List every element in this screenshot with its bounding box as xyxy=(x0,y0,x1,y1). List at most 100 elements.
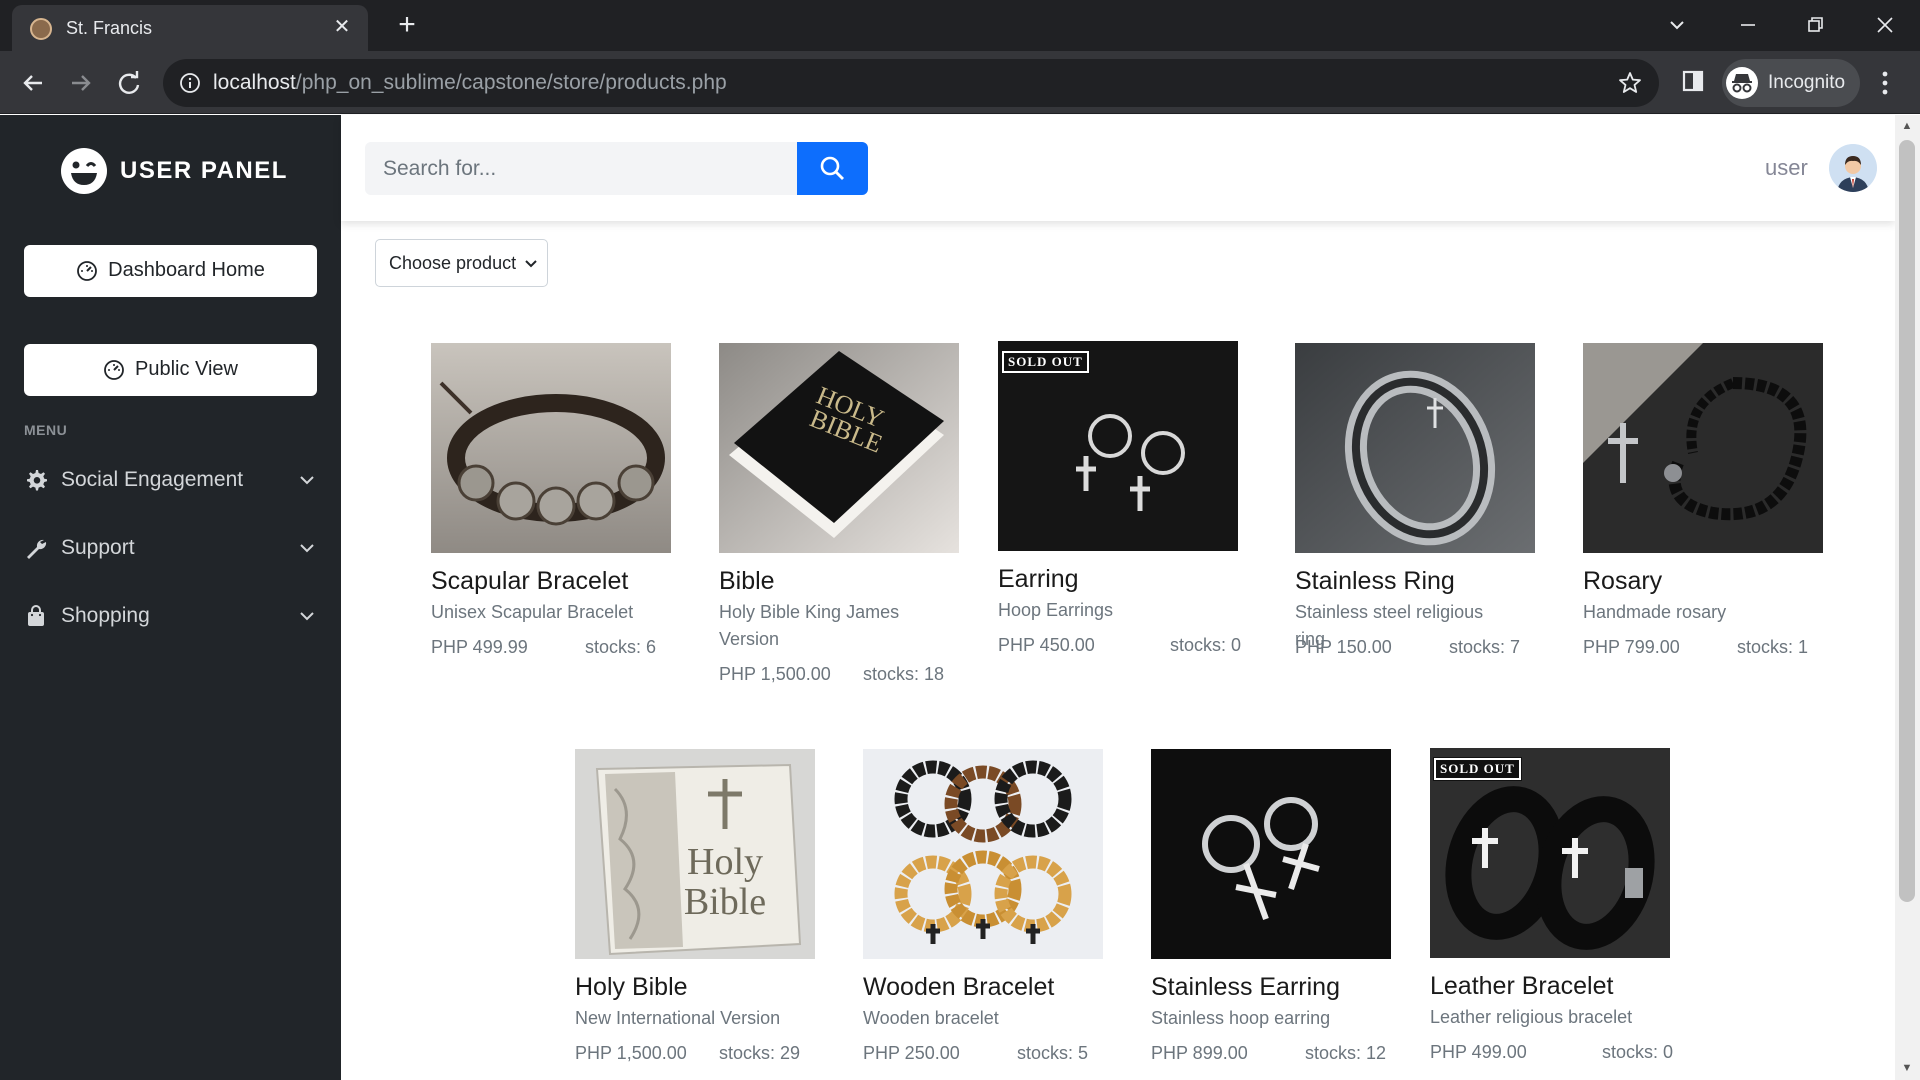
product-name[interactable]: Leather Bracelet xyxy=(1430,972,1613,1001)
product-description: New International Version xyxy=(575,1008,781,1028)
product-image[interactable]: SOLD OUT xyxy=(1430,748,1670,958)
url-text: localhost/php_on_sublime/capstone/store/… xyxy=(213,71,727,95)
minimize-icon[interactable] xyxy=(1735,12,1761,38)
site-info-icon[interactable] xyxy=(179,72,201,94)
stainless-earring-image xyxy=(1151,749,1391,959)
holy-bible-image: HolyBible xyxy=(575,749,815,959)
side-panel-icon[interactable] xyxy=(1680,68,1706,94)
close-window-icon[interactable] xyxy=(1872,12,1898,38)
public-view-button[interactable]: Public View xyxy=(24,344,317,396)
address-bar[interactable]: localhost/php_on_sublime/capstone/store/… xyxy=(163,59,1659,107)
product-price: PHP 799.00 xyxy=(1583,637,1680,657)
sidebar-item-social-engagement[interactable]: Social Engagement xyxy=(24,460,317,500)
menu-heading: MENU xyxy=(24,422,68,438)
search-form xyxy=(365,142,875,195)
product-price: PHP 1,500.00 xyxy=(575,1043,687,1063)
product-filter-select[interactable]: Choose product xyxy=(375,239,548,287)
sidebar-item-shopping[interactable]: Shopping xyxy=(24,596,317,636)
product-description: Unisex Scapular Bracelet xyxy=(431,602,634,622)
forward-arrow-icon[interactable] xyxy=(64,66,98,100)
restore-icon[interactable] xyxy=(1803,12,1829,38)
product-description: Stainless hoop earring xyxy=(1151,1008,1331,1028)
search-input[interactable] xyxy=(365,142,797,195)
product-stock: stocks: 7 xyxy=(1449,637,1521,657)
product-price: PHP 450.00 xyxy=(998,635,1095,655)
product-description: Hoop Earrings xyxy=(998,600,1114,620)
product-stock: stocks: 6 xyxy=(585,637,657,657)
product-name[interactable]: Wooden Bracelet xyxy=(863,973,1054,1002)
product-price: PHP 150.00 xyxy=(1295,637,1392,657)
product-stock: stocks: 0 xyxy=(1170,635,1242,655)
product-image[interactable] xyxy=(1583,343,1823,553)
product-name[interactable]: Bible xyxy=(719,567,775,596)
tab-search-icon[interactable] xyxy=(1664,12,1690,38)
product-image[interactable] xyxy=(863,749,1103,959)
shopping-bag-icon xyxy=(28,605,44,626)
favicon-icon xyxy=(30,18,52,40)
search-icon xyxy=(820,156,844,180)
product-name[interactable]: Scapular Bracelet xyxy=(431,567,628,596)
dashboard-home-label: Dashboard Home xyxy=(108,259,265,281)
gear-icon xyxy=(27,470,47,491)
select-value: Choose product xyxy=(389,253,517,273)
chevron-down-icon xyxy=(525,260,537,268)
laugh-wink-icon xyxy=(61,148,107,194)
incognito-icon xyxy=(1726,67,1758,99)
scroll-up-arrow-icon[interactable]: ▲ xyxy=(1900,120,1914,134)
product-price: PHP 250.00 xyxy=(863,1043,960,1063)
search-button[interactable] xyxy=(797,142,868,195)
product-name[interactable]: Stainless Earring xyxy=(1151,973,1340,1002)
tab-title: St. Francis xyxy=(66,18,153,38)
product-name[interactable]: Holy Bible xyxy=(575,973,688,1002)
main-content: Choose product Scapular Bracelet Unisex … xyxy=(341,221,1895,1080)
scrollbar-thumb[interactable] xyxy=(1899,140,1915,902)
wrench-icon xyxy=(27,539,47,559)
product-image[interactable] xyxy=(431,343,671,553)
sold-out-badge: SOLD OUT xyxy=(1001,350,1090,374)
product-price: PHP 499.99 xyxy=(431,637,528,657)
product-name[interactable]: Stainless Ring xyxy=(1295,567,1455,596)
dashboard-home-button[interactable]: Dashboard Home xyxy=(24,245,317,297)
product-name[interactable]: Rosary xyxy=(1583,567,1662,596)
close-tab-icon[interactable]: ✕ xyxy=(330,15,354,39)
product-image[interactable] xyxy=(1295,343,1535,553)
topbar: user xyxy=(341,115,1895,221)
holy-bible-cover-text-2: Bible xyxy=(684,881,766,923)
sold-out-badge: SOLD OUT xyxy=(1433,757,1522,781)
browser-tab-strip: St. Francis ✕ + xyxy=(0,0,1920,51)
user-name[interactable]: user xyxy=(1765,155,1808,181)
product-image[interactable]: HOLY BIBLE xyxy=(719,343,959,553)
product-description: Handmade rosary xyxy=(1583,602,1727,622)
avatar[interactable] xyxy=(1829,144,1877,192)
sidebar: USER PANEL Dashboard Home Public View ME… xyxy=(0,115,341,1080)
user-avatar-icon xyxy=(1829,144,1877,192)
browser-tab[interactable]: St. Francis ✕ xyxy=(12,5,368,51)
product-description: Holy Bible King James Version xyxy=(719,602,900,649)
reload-icon[interactable] xyxy=(112,66,146,100)
product-stock: stocks: 12 xyxy=(1305,1043,1387,1063)
sidebar-item-label: Support xyxy=(61,536,135,559)
product-stock: stocks: 29 xyxy=(719,1043,801,1063)
wooden-bracelet-image xyxy=(863,749,1103,959)
browser-menu-icon[interactable] xyxy=(1872,68,1898,98)
bible-image: HOLYBIBLE xyxy=(719,343,959,553)
sidebar-item-label: Social Engagement xyxy=(61,468,244,491)
product-stock: stocks: 18 xyxy=(863,664,945,684)
sidebar-item-label: Shopping xyxy=(61,604,150,627)
product-image[interactable] xyxy=(1151,749,1391,959)
product-image[interactable]: Holy Bible xyxy=(575,749,815,959)
product-price: PHP 1,500.00 xyxy=(719,664,831,684)
stainless-ring-image xyxy=(1295,343,1535,553)
back-arrow-icon[interactable] xyxy=(16,66,50,100)
scroll-down-arrow-icon[interactable]: ▼ xyxy=(1900,1062,1914,1076)
product-name[interactable]: Earring xyxy=(998,565,1079,594)
product-image[interactable]: SOLD OUT xyxy=(998,341,1238,551)
holy-bible-cover-text-1: Holy xyxy=(687,841,763,883)
product-stock: stocks: 0 xyxy=(1602,1042,1674,1062)
product-price: PHP 499.00 xyxy=(1430,1042,1527,1062)
incognito-profile-button[interactable]: Incognito xyxy=(1722,59,1860,107)
bookmark-star-icon[interactable] xyxy=(1617,70,1643,96)
brand-text: USER PANEL xyxy=(120,157,288,184)
new-tab-button[interactable]: + xyxy=(392,10,422,40)
sidebar-item-support[interactable]: Support xyxy=(24,528,317,568)
